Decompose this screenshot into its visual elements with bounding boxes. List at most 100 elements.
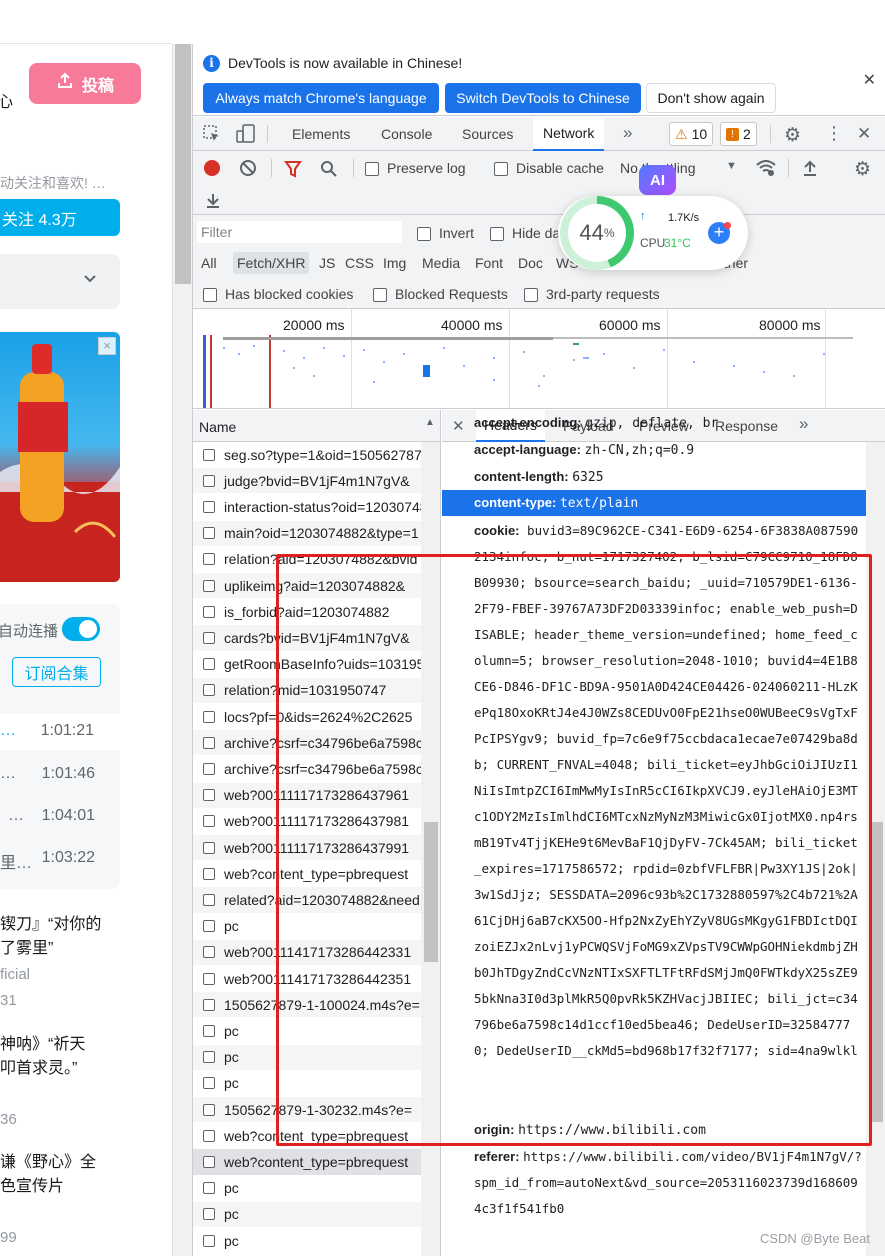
rec-title[interactable]: 神呐》“祈天: [0, 1033, 85, 1057]
hide-data-urls-checkbox[interactable]: [490, 225, 504, 241]
performance-monitor-widget[interactable]: 44% ↑ 1.7K/s CPU 31°C +: [558, 196, 748, 270]
filter-img[interactable]: Img: [379, 252, 410, 274]
playlist-item[interactable]: … 1:01:21: [0, 714, 120, 750]
close-icon[interactable]: ✕: [863, 70, 876, 90]
close-detail-icon[interactable]: ✕: [452, 417, 465, 435]
inspect-element-icon[interactable]: [203, 125, 221, 146]
request-row[interactable]: pc: [193, 1176, 421, 1202]
request-row[interactable]: web?00111117173286437981: [193, 809, 421, 835]
filter-font[interactable]: Font: [471, 252, 507, 274]
clear-icon[interactable]: [239, 159, 257, 180]
autoplay-toggle[interactable]: [62, 617, 100, 641]
request-row[interactable]: archive?csrf=c34796be6a7598c14: [193, 756, 421, 783]
kebab-menu-icon[interactable]: ⋮: [825, 123, 843, 144]
network-settings-gear-icon[interactable]: ⚙: [854, 158, 871, 181]
rec-author[interactable]: ficial: [0, 966, 30, 983]
request-row[interactable]: pc: [193, 1201, 421, 1228]
filter-fetch-xhr[interactable]: Fetch/XHR: [233, 252, 310, 274]
request-row[interactable]: uplikeimg?aid=1203074882&: [193, 573, 421, 600]
rec-title[interactable]: 了雾里”: [0, 937, 53, 961]
warnings-badge[interactable]: ⚠ 10: [669, 122, 714, 146]
close-devtools-icon[interactable]: ✕: [857, 124, 871, 144]
request-row[interactable]: related?aid=1203074882&need: [193, 887, 421, 914]
request-row[interactable]: is_forbid?aid=1203074882: [193, 599, 421, 626]
network-overview-timeline[interactable]: 20000 ms 40000 ms 60000 ms 80000 ms: [193, 309, 885, 409]
filter-doc[interactable]: Doc: [514, 252, 547, 274]
search-icon[interactable]: [320, 160, 338, 181]
device-toolbar-icon[interactable]: [236, 124, 256, 147]
filter-css[interactable]: CSS: [341, 252, 378, 274]
playlist-item[interactable]: 里… 1:03:22: [0, 841, 120, 877]
request-row[interactable]: relation?aid=1203074882&bvid: [193, 547, 421, 573]
network-conditions-icon[interactable]: [755, 158, 777, 181]
filter-media[interactable]: Media: [418, 252, 464, 274]
request-row[interactable]: cards?bvid=BV1jF4m1N7gV&: [193, 625, 421, 652]
scrollbar-thumb[interactable]: [424, 822, 438, 962]
filter-input[interactable]: Filter: [197, 221, 402, 243]
rec-title[interactable]: 锲刀』“对你的: [0, 913, 101, 937]
tab-network[interactable]: Network: [533, 117, 605, 151]
tab-response[interactable]: Response: [707, 410, 786, 442]
request-row[interactable]: web?00111417173286442351: [193, 966, 421, 993]
dont-show-again-button[interactable]: Don't show again: [646, 83, 776, 113]
request-row[interactable]: interaction-status?oid=1203074882: [193, 494, 421, 521]
request-row[interactable]: web?content_type=pbrequest: [193, 861, 421, 888]
switch-to-chinese-button[interactable]: Switch DevTools to Chinese: [445, 83, 641, 113]
request-row[interactable]: seg.so?type=1&oid=1505627879: [193, 442, 421, 469]
request-row[interactable]: pc: [193, 1071, 421, 1097]
request-row[interactable]: pc: [193, 1018, 421, 1045]
request-row[interactable]: web?content_type=pbrequest: [193, 1123, 421, 1150]
playlist-item[interactable]: … 1:01:46: [0, 757, 120, 793]
ai-assistant-badge[interactable]: AI: [639, 165, 676, 195]
request-row[interactable]: web?00111117173286437961: [193, 782, 421, 809]
request-row[interactable]: getRoomBaseInfo?uids=1031950747: [193, 652, 421, 678]
record-icon[interactable]: [204, 160, 220, 176]
request-row[interactable]: 1505627879-1-30232.m4s?e=: [193, 1097, 421, 1124]
request-row[interactable]: pc: [193, 1044, 421, 1071]
request-row[interactable]: web?00111417173286442331: [193, 939, 421, 966]
request-row[interactable]: pc: [193, 1228, 421, 1255]
issues-badge[interactable]: ! 2: [720, 122, 757, 146]
request-row[interactable]: 1505627879-1-100024.m4s?e=: [193, 992, 421, 1019]
upload-button[interactable]: 投稿: [29, 63, 141, 104]
request-row[interactable]: locs?pf=0&ids=2624%2C2625: [193, 704, 421, 731]
preserve-log-checkbox[interactable]: [365, 160, 379, 176]
request-row[interactable]: archive?csrf=c34796be6a7598c14: [193, 730, 421, 757]
invert-checkbox[interactable]: [417, 225, 431, 241]
more-tabs-icon[interactable]: »: [623, 123, 632, 143]
name-column-header[interactable]: Name ▲: [193, 410, 440, 442]
export-har-icon[interactable]: [205, 191, 221, 212]
request-list-scrollbar[interactable]: [421, 442, 440, 1256]
disable-cache-checkbox[interactable]: [494, 160, 508, 176]
tab-sources[interactable]: Sources: [452, 117, 523, 151]
detail-scrollbar[interactable]: [866, 442, 885, 1256]
rec-title[interactable]: 谦《野心》全: [0, 1151, 96, 1175]
gear-icon[interactable]: ⚙: [784, 124, 801, 147]
import-har-icon[interactable]: [802, 159, 818, 180]
third-party-checkbox[interactable]: [524, 286, 538, 302]
dropdown-arrow-icon[interactable]: ▼: [726, 160, 737, 172]
blocked-requests-checkbox[interactable]: [373, 286, 387, 302]
scrollbar-thumb[interactable]: [175, 44, 191, 284]
follow-button[interactable]: 关注 4.3万: [0, 199, 120, 236]
filter-all[interactable]: All: [197, 252, 221, 274]
request-row[interactable]: web?content_type=pbrequest: [193, 1149, 421, 1176]
filter-icon[interactable]: [284, 160, 302, 181]
ad-banner[interactable]: ×: [0, 332, 120, 582]
request-row[interactable]: web?00111117173286437991: [193, 835, 421, 862]
playlist-item[interactable]: … 1:04:01: [0, 799, 120, 835]
blocked-cookies-checkbox[interactable]: [203, 286, 217, 302]
filter-js[interactable]: JS: [315, 252, 339, 274]
tab-console[interactable]: Console: [371, 117, 442, 151]
collapse-panel[interactable]: [0, 254, 120, 309]
request-row[interactable]: relation?mid=1031950747: [193, 677, 421, 704]
request-row[interactable]: pc: [193, 914, 421, 940]
request-row[interactable]: judge?bvid=BV1jF4m1N7gV&: [193, 468, 421, 495]
tab-elements[interactable]: Elements: [282, 117, 360, 151]
page-scrollbar[interactable]: [172, 44, 192, 1256]
close-icon[interactable]: ×: [98, 337, 116, 355]
rec-title[interactable]: 色宣传片: [0, 1175, 64, 1199]
always-match-language-button[interactable]: Always match Chrome's language: [203, 83, 439, 113]
request-row[interactable]: main?oid=1203074882&type=1: [193, 520, 421, 547]
more-tabs-icon[interactable]: »: [799, 414, 808, 434]
